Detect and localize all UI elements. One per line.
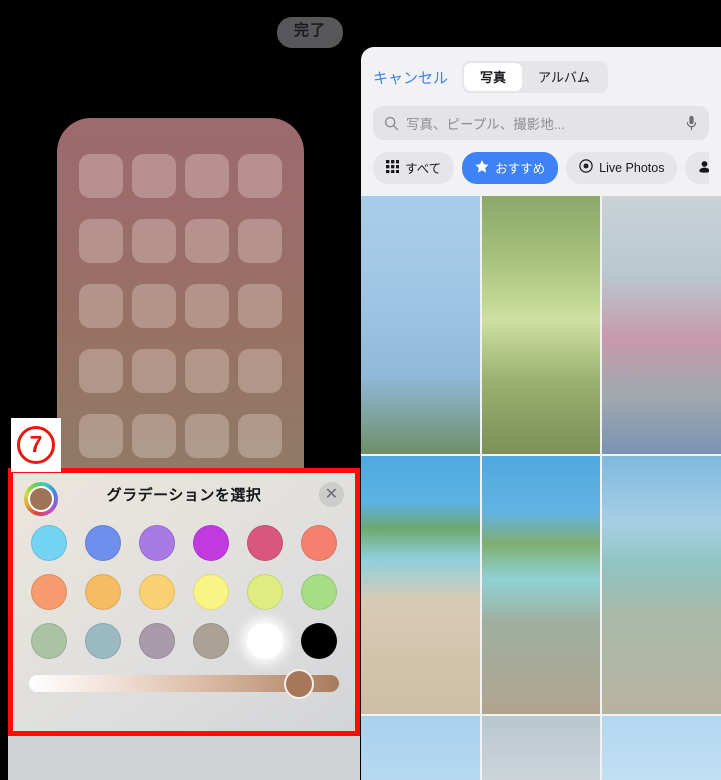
filter-chip-star[interactable]: おすすめ bbox=[462, 152, 559, 184]
app-icon bbox=[132, 154, 177, 198]
header-row: キャンセル 写真 アルバム bbox=[373, 61, 709, 93]
slider-knob[interactable] bbox=[283, 668, 314, 699]
app-icon bbox=[79, 414, 124, 458]
cancel-button[interactable]: キャンセル bbox=[373, 67, 448, 88]
color-swatch-row bbox=[31, 623, 337, 659]
app-icon bbox=[79, 349, 124, 393]
photo-bamboo-grove[interactable] bbox=[481, 196, 601, 454]
color-swatch-sage[interactable] bbox=[31, 623, 67, 659]
color-swatch-magenta[interactable] bbox=[193, 525, 229, 561]
app-icon bbox=[132, 219, 177, 263]
filter-chip-row: すべて おすすめ Live Photos ピープ bbox=[373, 152, 709, 196]
color-swatch-sky-blue[interactable] bbox=[31, 525, 67, 561]
photo-beach-pineapple[interactable] bbox=[361, 456, 480, 714]
app-icon bbox=[132, 284, 177, 328]
close-icon[interactable]: ✕ bbox=[319, 482, 344, 507]
tab-photos[interactable]: 写真 bbox=[464, 63, 523, 91]
filter-chip-label: おすすめ bbox=[495, 162, 546, 176]
step-number-badge: 7 bbox=[11, 418, 61, 472]
color-swatch-orange[interactable] bbox=[85, 574, 121, 610]
person-icon bbox=[698, 160, 709, 176]
done-button[interactable]: 完了 bbox=[276, 17, 343, 48]
gradient-picker-sheet: グラデーションを選択 ✕ bbox=[8, 468, 360, 736]
search-placeholder: 写真、ピープル、撮影地... bbox=[406, 117, 565, 132]
color-swatch-row bbox=[31, 574, 337, 610]
slider-track[interactable] bbox=[29, 668, 339, 699]
color-swatch-light-green[interactable] bbox=[301, 574, 337, 610]
app-icon bbox=[184, 219, 229, 263]
filter-chip-label: Live Photos bbox=[599, 160, 665, 175]
app-icon bbox=[79, 154, 124, 198]
wallpaper-editor-pane: 完了 7 グラデーションを選択 ✕ bbox=[0, 0, 361, 780]
app-icon bbox=[184, 349, 229, 393]
color-swatch-gold[interactable] bbox=[139, 574, 175, 610]
grid-icon bbox=[386, 159, 400, 176]
color-swatch-black[interactable] bbox=[301, 623, 337, 659]
gradient-picker-title: グラデーションを選択 bbox=[106, 487, 262, 504]
step-number-label: 7 bbox=[17, 426, 55, 464]
screen-root: 完了 7 グラデーションを選択 ✕ キャンセル 写真 アルバム 写真、ピープル、… bbox=[0, 0, 721, 780]
app-icon bbox=[132, 414, 177, 458]
color-swatch-lime[interactable] bbox=[247, 574, 283, 610]
photo-picker-pane: キャンセル 写真 アルバム 写真、ピープル、撮影地... すべて おすすめ Live … bbox=[361, 47, 721, 780]
photos-albums-segmented-control: 写真 アルバム bbox=[462, 61, 608, 93]
photo-picker-header: キャンセル 写真 アルバム 写真、ピープル、撮影地... すべて おすすめ Live … bbox=[361, 47, 721, 196]
filter-chip-grid[interactable]: すべて bbox=[373, 152, 455, 184]
color-swatch-dusty-blue[interactable] bbox=[85, 623, 121, 659]
app-icon-grid bbox=[57, 154, 304, 458]
app-icon bbox=[79, 219, 124, 263]
app-icon bbox=[79, 284, 124, 328]
app-icon bbox=[237, 284, 282, 328]
color-swatch-row bbox=[31, 525, 337, 561]
app-icon bbox=[132, 349, 177, 393]
search-input[interactable]: 写真、ピープル、撮影地... bbox=[373, 106, 709, 140]
photo-autumn-maple[interactable] bbox=[361, 196, 480, 454]
photo-cloudy-sky[interactable] bbox=[481, 716, 601, 780]
photo-palm-trees[interactable] bbox=[361, 716, 480, 780]
color-swatch-grid bbox=[13, 519, 355, 659]
filter-chip-live-photo[interactable]: Live Photos bbox=[566, 152, 678, 184]
photo-city-building[interactable] bbox=[602, 196, 721, 454]
color-swatch-white[interactable] bbox=[247, 623, 283, 659]
photo-rocky-shore[interactable] bbox=[602, 456, 721, 714]
color-swatch-warm-gray[interactable] bbox=[193, 623, 229, 659]
color-swatch-salmon[interactable] bbox=[301, 525, 337, 561]
gradient-picker-header: グラデーションを選択 ✕ bbox=[13, 473, 355, 519]
filter-chip-person[interactable]: ピープ bbox=[685, 152, 709, 184]
app-icon bbox=[184, 154, 229, 198]
app-icon bbox=[237, 349, 282, 393]
color-swatch-rose[interactable] bbox=[247, 525, 283, 561]
photo-thumbnail-grid bbox=[361, 196, 721, 780]
photo-tide-pool[interactable] bbox=[481, 456, 601, 714]
color-swatch-pale-yellow[interactable] bbox=[193, 574, 229, 610]
gradient-intensity-slider[interactable] bbox=[13, 668, 355, 699]
color-swatch-mauve-gray[interactable] bbox=[139, 623, 175, 659]
filter-chip-label: すべて bbox=[405, 162, 442, 176]
app-icon bbox=[184, 414, 229, 458]
color-swatch-royal-blue[interactable] bbox=[85, 525, 121, 561]
search-icon bbox=[384, 116, 399, 130]
app-icon bbox=[237, 414, 282, 458]
color-swatch-violet[interactable] bbox=[139, 525, 175, 561]
app-icon bbox=[237, 154, 282, 198]
photo-sky-tower[interactable] bbox=[602, 716, 721, 780]
app-icon bbox=[237, 219, 282, 263]
color-swatch-peach[interactable] bbox=[31, 574, 67, 610]
tab-albums[interactable]: アルバム bbox=[522, 63, 606, 91]
live-photo-icon bbox=[579, 159, 593, 176]
star-icon bbox=[475, 159, 489, 176]
microphone-icon[interactable] bbox=[685, 115, 698, 131]
sheet-bottom-area bbox=[8, 736, 360, 780]
app-icon bbox=[184, 284, 229, 328]
